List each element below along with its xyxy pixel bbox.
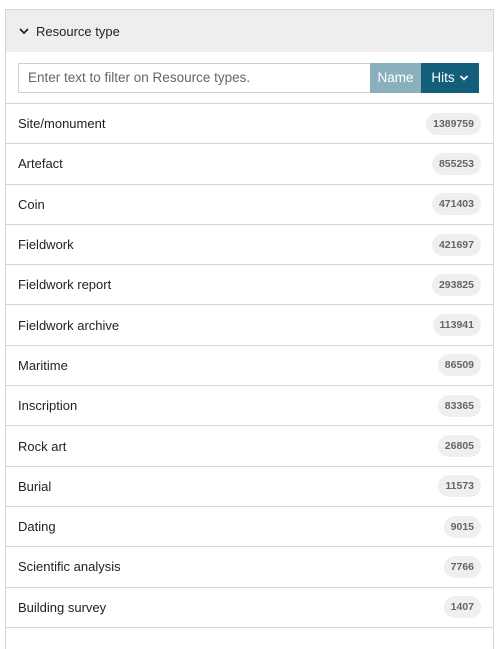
- facet-item-label: Building survey: [18, 599, 107, 615]
- hit-count-badge: 293825: [431, 273, 481, 296]
- facet-item[interactable]: Fieldwork 421697: [6, 225, 493, 266]
- facet-item[interactable]: Burial 11573: [6, 467, 493, 507]
- facet-item-label: Burial: [18, 478, 52, 494]
- hit-count-badge: 86509: [437, 354, 481, 377]
- facet-item-label: Fieldwork: [18, 237, 74, 253]
- facet-item-label: Fieldwork archive: [18, 317, 120, 333]
- facet-item[interactable]: Inscription 83365: [6, 386, 493, 427]
- facet-item-label: Inscription: [18, 398, 78, 414]
- sort-by-hits-button[interactable]: Hits: [421, 62, 479, 93]
- facet-item-label: Artefact: [18, 156, 63, 172]
- sort-by-name-button[interactable]: Name: [370, 62, 421, 93]
- sort-by-hits-label: Hits: [431, 70, 455, 85]
- hit-count-badge: 7766: [443, 555, 481, 578]
- sort-by-name-label: Name: [377, 70, 414, 85]
- facet-item[interactable]: Artefact 855253: [6, 144, 493, 185]
- facet-item[interactable]: Dating 9015: [6, 507, 493, 548]
- facet-title: Resource type: [36, 23, 120, 39]
- hit-count-badge: 26805: [437, 435, 481, 458]
- chevron-down-icon: [459, 74, 468, 81]
- hit-count-badge: 421697: [431, 233, 481, 256]
- hit-count-badge: 1407: [443, 596, 481, 619]
- facet-item[interactable]: Building survey 1407: [6, 588, 493, 628]
- facet-item-label: Scientific analysis: [18, 559, 121, 575]
- filter-row: Name Hits: [6, 52, 493, 104]
- facet-item-label: Maritime: [18, 357, 68, 373]
- facet-item[interactable]: Maritime 86509: [6, 346, 493, 387]
- facet-item[interactable]: Scientific analysis 7766: [6, 547, 493, 588]
- facet-item-label: Site/monument: [18, 116, 106, 132]
- hit-count-badge: 11573: [438, 475, 481, 498]
- facet-item-label: Fieldwork report: [18, 277, 112, 293]
- resource-type-facet: Resource type Name Hits Site/monument 138…: [5, 9, 494, 649]
- facet-list: Site/monument 1389759 Artefact 855253 Coin…: [6, 104, 493, 628]
- hit-count-badge: 9015: [443, 515, 481, 538]
- facet-item-label: Rock art: [18, 438, 67, 454]
- hit-count-badge: 83365: [437, 394, 481, 417]
- hit-count-badge: 471403: [431, 193, 481, 216]
- chevron-down-icon: [19, 28, 29, 35]
- facet-item-label: Coin: [18, 196, 45, 212]
- facet-item[interactable]: Site/monument 1389759: [6, 104, 493, 145]
- facet-item[interactable]: Coin 471403: [6, 185, 493, 225]
- facet-item-label: Dating: [18, 519, 56, 535]
- hit-count-badge: 855253: [431, 152, 481, 175]
- facet-header-toggle[interactable]: Resource type: [6, 10, 493, 52]
- hit-count-badge: 113941: [432, 314, 481, 337]
- filter-input[interactable]: [18, 62, 370, 93]
- hit-count-badge: 1389759: [426, 112, 481, 135]
- facet-item[interactable]: Fieldwork archive 113941: [6, 305, 493, 346]
- facet-item[interactable]: Rock art 26805: [6, 426, 493, 467]
- facet-item[interactable]: Fieldwork report 293825: [6, 265, 493, 306]
